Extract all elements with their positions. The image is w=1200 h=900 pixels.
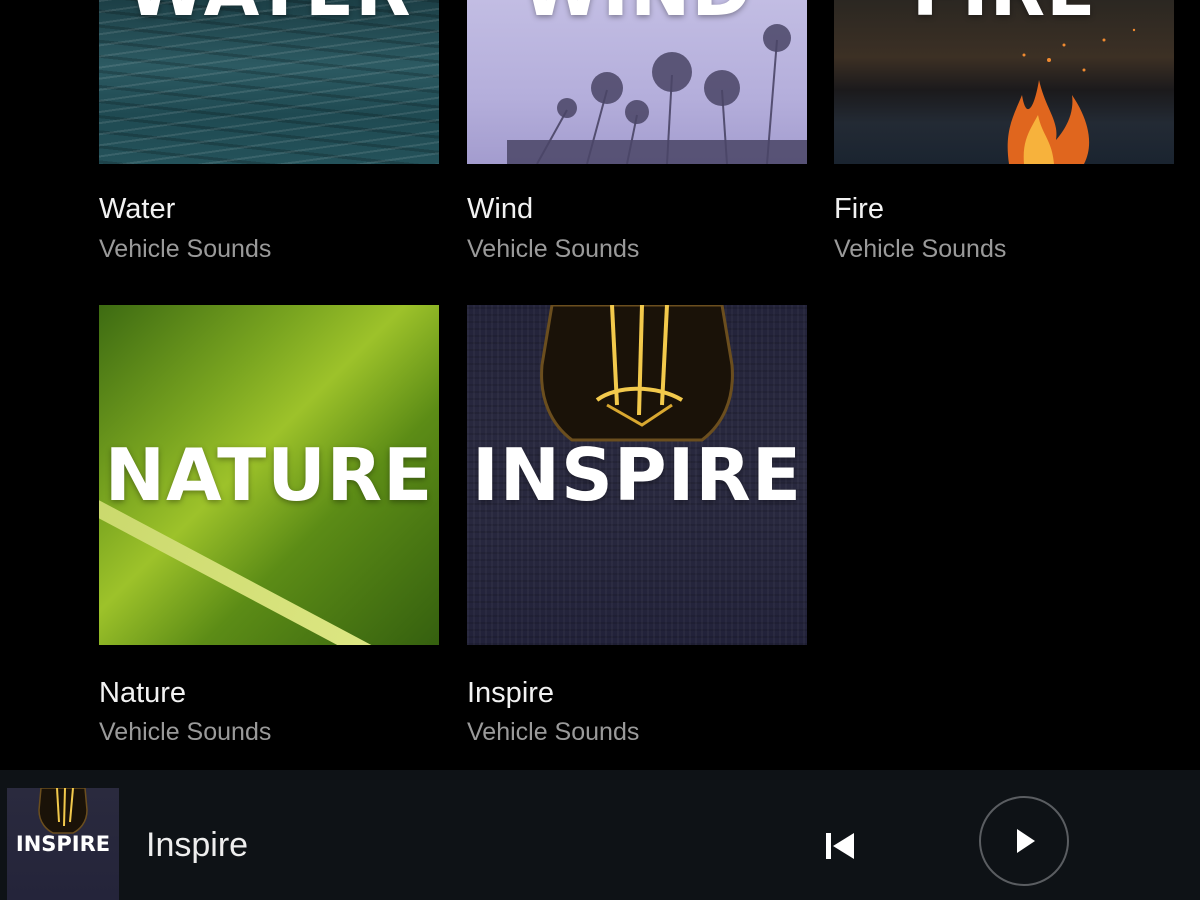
tile-nature[interactable]: NATURE Nature Vehicle Sounds xyxy=(99,305,439,746)
tile-subtitle: Vehicle Sounds xyxy=(99,718,272,746)
artwork-label: INSPIRE xyxy=(471,433,803,517)
play-icon xyxy=(1017,829,1035,853)
tile-title: Nature xyxy=(99,677,187,709)
tile-wind[interactable]: WIND Wind Vehicle Sounds xyxy=(467,0,807,263)
play-button[interactable] xyxy=(979,796,1069,886)
nature-artwork: NATURE xyxy=(99,305,439,645)
artwork-label: FIRE xyxy=(912,0,1097,32)
tile-water[interactable]: WATER Water Vehicle Sounds xyxy=(99,0,439,263)
tile-title: Water xyxy=(99,193,176,225)
tile-inspire[interactable]: INSPIRE Inspire Vehicle Sounds xyxy=(467,305,807,746)
fire-artwork: FIRE xyxy=(834,0,1174,164)
tile-fire[interactable]: FIRE Fire Vehicle Sounds xyxy=(834,0,1174,263)
water-artwork: WATER xyxy=(99,0,439,164)
skip-previous-icon xyxy=(826,833,854,859)
now-playing-artwork[interactable]: INSPIRE xyxy=(7,788,119,900)
tile-title: Fire xyxy=(834,193,884,225)
now-playing-bar[interactable]: INSPIRE Inspire xyxy=(0,770,1200,900)
sound-library-screen: WATER Water Vehicle Sounds xyxy=(0,0,1200,900)
artwork-label: WATER xyxy=(126,0,411,32)
inspire-artwork: INSPIRE xyxy=(467,305,807,645)
tile-subtitle: Vehicle Sounds xyxy=(99,235,272,263)
wind-artwork: WIND xyxy=(467,0,807,164)
artwork-label: INSPIRE xyxy=(15,832,111,856)
skip-previous-button[interactable] xyxy=(816,824,864,868)
tile-title: Inspire xyxy=(467,677,555,709)
artwork-label: NATURE xyxy=(104,433,434,517)
artwork-label: WIND xyxy=(522,0,752,32)
tile-subtitle: Vehicle Sounds xyxy=(467,718,640,746)
tile-title: Wind xyxy=(467,193,534,225)
tile-subtitle: Vehicle Sounds xyxy=(834,235,1007,263)
now-playing-title: Inspire xyxy=(146,826,249,864)
tile-subtitle: Vehicle Sounds xyxy=(467,235,640,263)
